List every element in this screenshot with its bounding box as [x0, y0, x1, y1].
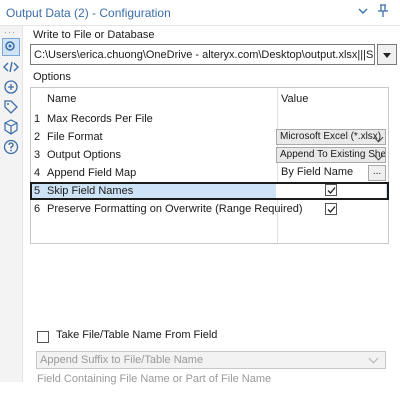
path-dropdown-button[interactable]	[377, 44, 397, 65]
grid-row-output-options[interactable]: 3 Output Options Append To Existing Shee…	[31, 146, 388, 164]
caret-down-icon	[383, 53, 391, 58]
row-number: 2	[33, 131, 41, 143]
gear-icon[interactable]	[2, 38, 20, 56]
append-field-map-value: By Field Name	[281, 166, 354, 178]
title-bar: Output Data (2) - Configuration	[0, 0, 400, 26]
write-to-label: Write to File or Database	[33, 29, 155, 41]
tag-icon[interactable]	[3, 99, 19, 115]
connection-icon[interactable]	[3, 79, 19, 95]
row-number: 5	[33, 185, 41, 197]
cube-icon[interactable]	[3, 119, 19, 135]
code-icon[interactable]	[3, 59, 19, 75]
row-name: Preserve Formatting on Overwrite (Range …	[47, 203, 303, 215]
skip-field-names-checkbox[interactable]	[325, 184, 337, 196]
row-number: 6	[33, 203, 41, 215]
grid-row-preserve-formatting[interactable]: 6 Preserve Formatting on Overwrite (Rang…	[31, 200, 388, 218]
preserve-formatting-checkbox[interactable]	[325, 203, 337, 215]
output-options-select[interactable]: Append To Existing Sheet	[276, 147, 386, 163]
options-grid: Name Value 1 Max Records Per File 2 File…	[30, 87, 389, 244]
row-number: 3	[33, 149, 41, 161]
checkmark-icon	[327, 206, 336, 213]
row-name: Append Field Map	[47, 167, 137, 179]
row-name: Output Options	[47, 149, 121, 161]
append-suffix-value: Append Suffix to File/Table Name	[40, 354, 204, 366]
column-header-name: Name	[47, 93, 77, 105]
row-number: 1	[33, 113, 41, 125]
column-header-value: Value	[281, 93, 309, 105]
grid-row-max-records[interactable]: 1 Max Records Per File	[31, 110, 388, 128]
output-options-value: Append To Existing Sheet	[280, 149, 386, 160]
side-toolbar: ···	[0, 26, 23, 382]
take-file-section: Take File/Table Name From Field Append S…	[28, 323, 400, 408]
row-number: 4	[33, 167, 41, 179]
row-name: Max Records Per File	[47, 113, 153, 125]
chevron-down-icon[interactable]	[355, 4, 371, 20]
take-file-checkbox[interactable]	[37, 331, 49, 343]
field-containing-label: Field Containing File Name or Part of Fi…	[37, 373, 272, 385]
file-format-select[interactable]: Microsoft Excel (*.xlsx)	[276, 129, 386, 145]
grid-row-skip-field-names[interactable]: 5 Skip Field Names	[30, 182, 389, 200]
take-file-label: Take File/Table Name From Field	[56, 329, 218, 341]
pin-icon[interactable]	[375, 4, 391, 20]
file-format-value: Microsoft Excel (*.xlsx)	[280, 131, 382, 142]
max-records-input[interactable]	[276, 111, 386, 127]
chevron-down-icon	[368, 353, 379, 364]
configuration-panel: Write to File or Database C:\Users\erica…	[28, 26, 400, 385]
output-path-input[interactable]: C:\Users\erica.chuong\OneDrive - alteryx…	[30, 44, 375, 65]
window-title: Output Data (2) - Configuration	[6, 6, 171, 20]
row-name: File Format	[47, 131, 103, 143]
grip-dots: ···	[4, 27, 16, 37]
checkmark-icon	[327, 187, 336, 194]
row-name: Skip Field Names	[47, 185, 134, 197]
help-icon[interactable]	[3, 139, 19, 155]
grid-row-file-format[interactable]: 2 File Format Microsoft Excel (*.xlsx)	[31, 128, 388, 146]
ellipsis-button[interactable]: ...	[368, 165, 386, 181]
grid-row-append-field-map[interactable]: 4 Append Field Map By Field Name ...	[31, 164, 388, 182]
append-suffix-select[interactable]: Append Suffix to File/Table Name	[36, 351, 386, 369]
options-label: Options	[33, 71, 71, 83]
